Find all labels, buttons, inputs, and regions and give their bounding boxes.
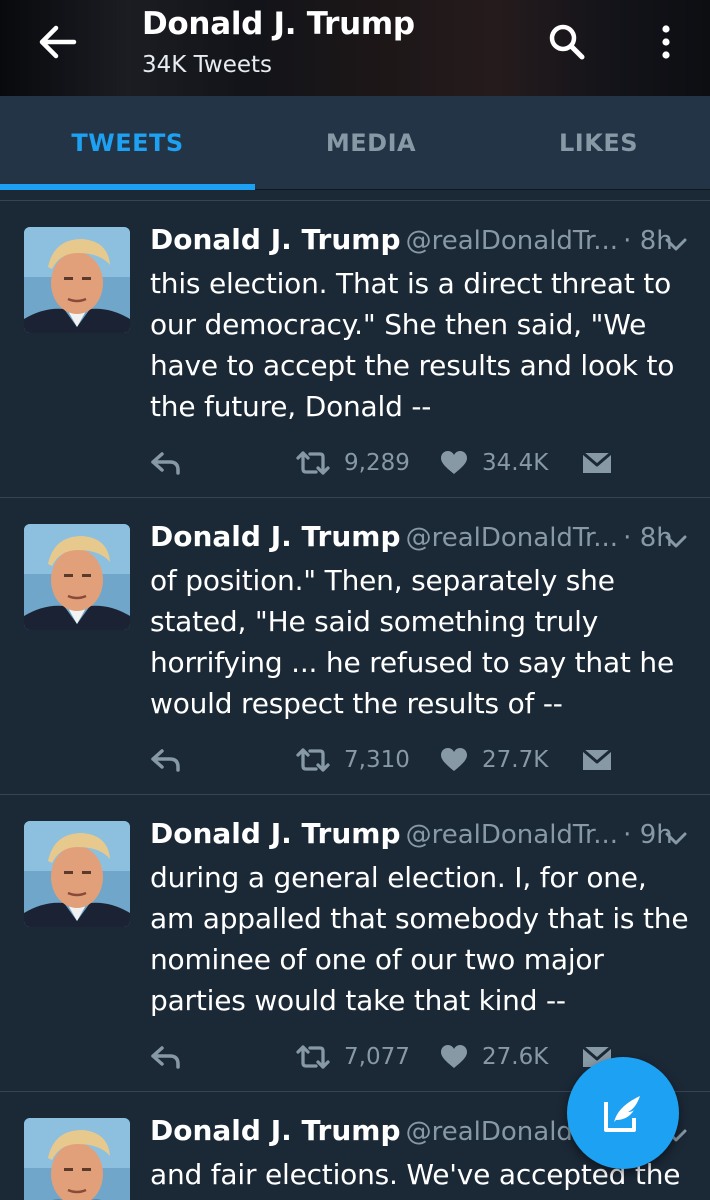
tab-media[interactable]: MEDIA <box>255 96 487 190</box>
avatar[interactable] <box>24 524 130 630</box>
tweet-header: Donald J. Trump @realDonaldTr... · 9h <box>150 817 690 857</box>
tweet-item[interactable]: Donald J. Trump @realDonaldTr... · 8h th… <box>0 200 710 497</box>
tab-likes[interactable]: LIKES <box>487 96 710 190</box>
profile-tabs: TWEETS MEDIA LIKES <box>0 96 710 190</box>
reply-button[interactable] <box>150 445 182 481</box>
profile-header: Donald J. Trump 34K Tweets <box>0 0 710 96</box>
avatar[interactable] <box>24 821 130 927</box>
tweet-text: of position." Then, separately she state… <box>150 564 674 720</box>
chevron-down-icon[interactable] <box>664 831 688 847</box>
tweet-actions: 7,077 27.6K <box>150 1039 650 1075</box>
retweet-button[interactable]: 7,077 <box>294 1039 410 1075</box>
reply-button[interactable] <box>150 742 182 778</box>
author-name[interactable]: Donald J. Trump <box>150 520 400 553</box>
retweet-button[interactable]: 7,310 <box>294 742 410 778</box>
heart-icon <box>441 748 467 771</box>
direct-message-button[interactable] <box>582 445 612 481</box>
like-button[interactable]: 27.7K <box>440 742 548 778</box>
author-handle: @realDonaldTr... <box>405 820 619 850</box>
tweet-actions: 7,310 27.7K <box>150 742 650 778</box>
reply-icon <box>151 1046 180 1069</box>
chevron-down-icon[interactable] <box>664 237 688 253</box>
tweet-header: Donald J. Trump @realDonaldTr... · 8h <box>150 223 690 263</box>
like-count: 27.7K <box>482 747 549 773</box>
direct-message-button[interactable] <box>582 742 612 778</box>
separator-dot: · <box>623 226 640 256</box>
retweet-count: 7,310 <box>344 747 410 773</box>
author-name[interactable]: Donald J. Trump <box>150 1114 400 1147</box>
reply-icon <box>151 749 180 772</box>
author-name[interactable]: Donald J. Trump <box>150 223 400 256</box>
retweet-button[interactable]: 9,289 <box>294 445 410 481</box>
direct-message-icon <box>582 451 612 473</box>
arrow-left-icon <box>39 25 77 59</box>
avatar[interactable] <box>24 227 130 333</box>
heart-icon <box>441 451 467 474</box>
back-button[interactable] <box>30 22 82 62</box>
like-button[interactable]: 34.4K <box>440 445 548 481</box>
search-icon <box>549 24 585 60</box>
retweet-icon <box>296 451 330 475</box>
tweet-count: 34K Tweets <box>142 52 273 78</box>
tweet-header: Donald J. Trump @realDonaldTr... · 8h <box>150 520 690 560</box>
author-handle: @realDonaldTr... <box>405 523 619 553</box>
separator-dot: · <box>623 523 640 553</box>
retweet-count: 7,077 <box>344 1044 410 1070</box>
tweet-item[interactable]: Donald J. Trump @realDonaldTr... · 9h du… <box>0 794 710 1091</box>
author-handle: @realDonaldTr... <box>405 226 619 256</box>
tweet-item[interactable]: Donald J. Trump @realDonaldTr... · 8h of… <box>0 497 710 794</box>
retweet-icon <box>296 1045 330 1069</box>
direct-message-icon <box>582 748 612 770</box>
like-button[interactable]: 27.6K <box>440 1039 548 1075</box>
more-options-button[interactable] <box>651 20 681 64</box>
chevron-down-icon[interactable] <box>664 534 688 550</box>
reply-button[interactable] <box>150 1039 182 1075</box>
tweet-text: during a general election. I, for one, a… <box>150 861 689 1017</box>
retweet-icon <box>296 748 330 772</box>
tab-tweets[interactable]: TWEETS <box>0 96 255 190</box>
tweet-text: this election. That is a direct threat t… <box>150 267 675 423</box>
compose-tweet-icon <box>604 1096 640 1132</box>
avatar[interactable] <box>24 1118 130 1200</box>
compose-tweet-button[interactable] <box>567 1057 679 1169</box>
retweet-count: 9,289 <box>344 450 410 476</box>
more-vertical-icon <box>662 25 670 59</box>
profile-title: Donald J. Trump <box>142 6 415 42</box>
tweet-actions: 9,289 34.4K <box>150 445 650 481</box>
like-count: 34.4K <box>482 450 549 476</box>
author-name[interactable]: Donald J. Trump <box>150 817 400 850</box>
reply-icon <box>151 452 180 475</box>
search-button[interactable] <box>545 20 589 64</box>
active-tab-indicator <box>0 184 255 190</box>
separator-dot: · <box>623 820 640 850</box>
like-count: 27.6K <box>482 1044 549 1070</box>
heart-icon <box>441 1045 467 1068</box>
